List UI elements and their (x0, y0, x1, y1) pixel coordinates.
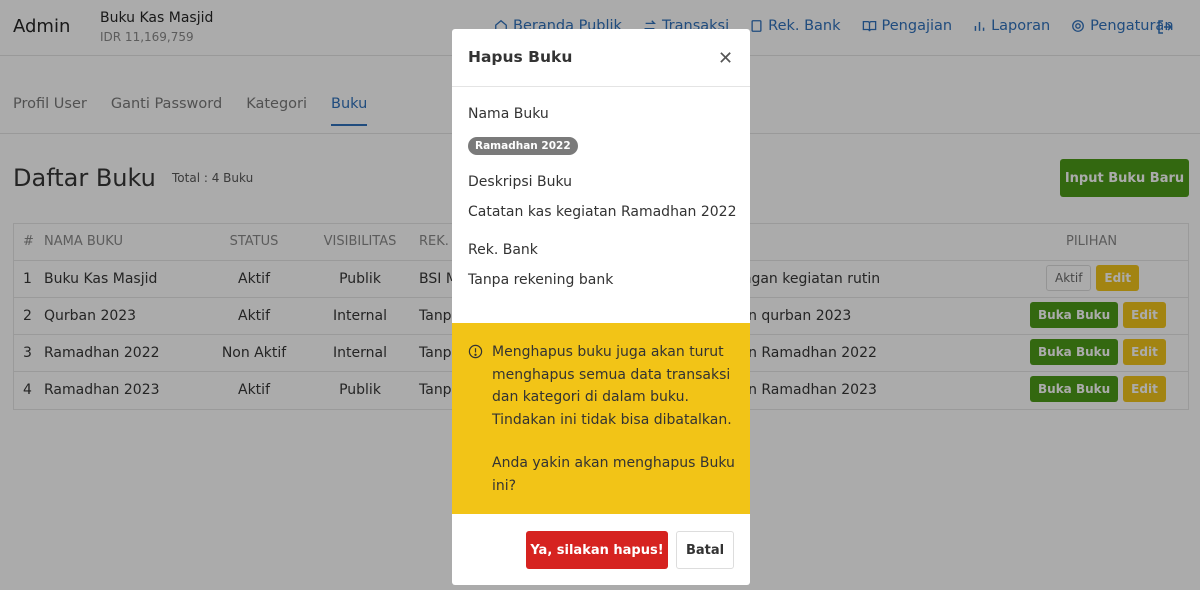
bank-account-value: Tanpa rekening bank (468, 272, 614, 288)
modal-title: Hapus Buku (468, 48, 573, 66)
modal-header: Hapus Buku ✕ (452, 29, 750, 87)
book-name-tag: Ramadhan 2022 (468, 137, 578, 155)
warning-box: Menghapus buku juga akan turut menghapus… (452, 323, 750, 514)
cancel-button[interactable]: Batal (676, 531, 734, 569)
confirm-question: Anda yakin akan menghapus Buku ini? (492, 455, 735, 494)
close-icon[interactable]: ✕ (718, 48, 733, 69)
book-desc-value: Catatan kas kegiatan Ramadhan 2022 (468, 204, 737, 220)
book-name-label: Nama Buku (468, 106, 549, 122)
alert-circle-icon (468, 344, 483, 359)
delete-book-modal: Hapus Buku ✕ Nama Buku Ramadhan 2022 Des… (452, 29, 750, 585)
confirm-delete-button[interactable]: Ya, silakan hapus! (526, 531, 668, 569)
bank-account-label: Rek. Bank (468, 242, 538, 258)
warning-message: Menghapus buku juga akan turut menghapus… (492, 344, 732, 428)
book-desc-label: Deskripsi Buku (468, 174, 572, 190)
